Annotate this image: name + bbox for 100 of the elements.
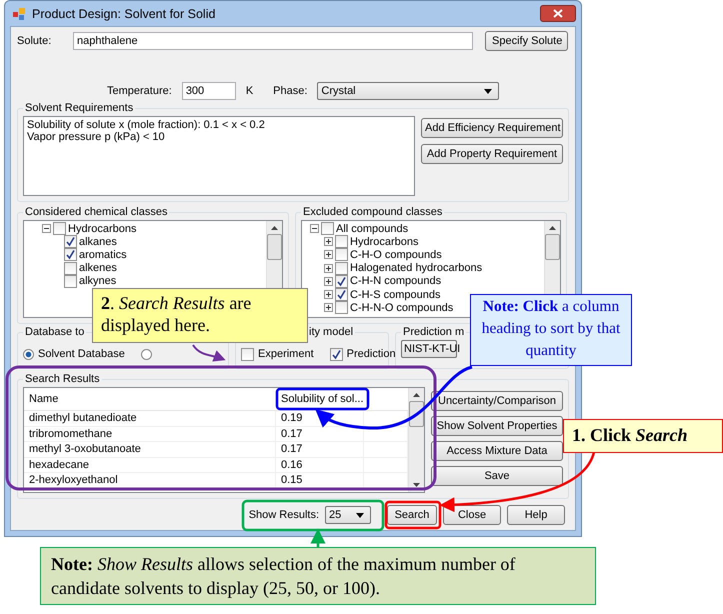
group-title: ity model [308, 326, 354, 338]
checkbox[interactable] [53, 222, 66, 236]
checkbox[interactable] [330, 348, 343, 360]
prediction-method-dropdown[interactable]: NIST-KT-UI [401, 340, 457, 358]
expand-icon[interactable] [324, 303, 333, 312]
group-title: Prediction m [402, 326, 466, 338]
checkbox[interactable] [335, 248, 348, 262]
scroll-thumb[interactable] [545, 234, 560, 260]
group-title: Search Results [24, 373, 101, 385]
annotation-tooltip: Note: Show Results allows selection of the maximum number of candidate solvents to display (25, 50, or 100). [40, 547, 596, 605]
action-button[interactable]: Access Mixture Data [431, 441, 563, 461]
tree-item[interactable]: C-H-S compounds [350, 288, 440, 301]
close-button[interactable] [540, 5, 576, 22]
collapse-icon[interactable] [310, 224, 319, 234]
expand-icon[interactable] [324, 276, 333, 286]
table-cell: 2-hexyloxyethanol [24, 473, 276, 488]
column-header[interactable]: Solubility of sol... [276, 393, 364, 405]
add-requirement-button[interactable]: Add Efficiency Requirement [421, 118, 563, 138]
requirements-list[interactable]: Solubility of solute x (mole fraction): 0.1 < x < 0.2 Vapor pressure p (kPa) < 10 [23, 116, 415, 196]
checkbox[interactable] [335, 262, 348, 275]
expand-icon[interactable] [324, 264, 333, 273]
field-label: Temperature: [107, 85, 172, 97]
tree-item[interactable]: Hydrocarbons [350, 236, 418, 248]
requirement-text: Solubility of solute x (mole fraction): 0.1 < x < 0.2 [27, 119, 266, 131]
caret-down-icon [484, 88, 492, 94]
tree-item[interactable]: C-H-N compounds [350, 275, 442, 288]
table-cell: dimethyl butanedioate [24, 411, 276, 426]
group-title: Excluded compound classes [302, 206, 444, 218]
field-label: Show Results: [248, 509, 319, 521]
caret-down-icon [356, 512, 364, 518]
checkbox[interactable] [335, 274, 348, 288]
checkbox[interactable] [64, 235, 77, 248]
dialog-button[interactable]: Help [507, 505, 565, 525]
action-button[interactable]: Show Solvent Properties [431, 416, 563, 436]
table-cell: 0.17 [276, 442, 364, 456]
checkbox[interactable] [64, 248, 77, 262]
expand-icon[interactable] [324, 250, 333, 260]
expand-icon[interactable] [324, 290, 333, 300]
checkbox[interactable] [64, 262, 77, 275]
checkbox-label: Prediction [346, 348, 396, 360]
column-header[interactable]: Name [24, 393, 276, 405]
table-cell: 0.17 [276, 426, 364, 441]
specify-solute-button[interactable]: Specify Solute [485, 31, 568, 51]
tree-item[interactable]: Halogenated hydrocarbons [350, 262, 482, 274]
tree-item[interactable]: alkenes [79, 262, 117, 274]
field-label: Solute: [17, 35, 52, 47]
close-icon [553, 9, 563, 18]
checkbox[interactable] [321, 222, 334, 236]
collapse-icon[interactable] [42, 224, 51, 234]
app-icon [12, 6, 26, 20]
pointer-arrow [192, 344, 226, 362]
scroll-thumb[interactable] [267, 234, 282, 260]
caret-up-icon[interactable] [271, 226, 278, 230]
group-title: Solvent Requirements [24, 102, 134, 114]
group-title: Considered chemical classes [24, 206, 168, 218]
window-title: Product Design: Solvent for Solid [32, 6, 216, 20]
table-cell: 0.19 [276, 411, 364, 426]
table-cell: methyl 3-oxobutanoate [24, 442, 276, 456]
scrollbar[interactable] [408, 388, 424, 492]
action-button[interactable]: Uncertainty/Comparison [431, 391, 563, 411]
annotation-tooltip: Note: Click a column heading to sort by that quantity [470, 294, 632, 366]
checkbox[interactable] [241, 348, 254, 360]
tree-item[interactable]: alkanes [79, 236, 117, 248]
tree-item[interactable]: C-H-O compounds [350, 248, 442, 261]
table-cell: tribromomethane [24, 426, 276, 441]
checkbox[interactable] [335, 235, 348, 248]
dialog-button[interactable]: Close [443, 505, 501, 525]
caret-up-icon[interactable] [413, 393, 420, 397]
table-cell: hexadecane [24, 458, 276, 472]
checkbox[interactable] [335, 288, 348, 302]
tree-item[interactable]: All compounds [336, 222, 408, 235]
requirement-text: Vapor pressure p (kPa) < 10 [27, 131, 166, 143]
expand-icon[interactable] [324, 237, 333, 246]
phase-dropdown[interactable]: Crystal [317, 82, 500, 100]
tree-item[interactable]: aromatics [79, 248, 127, 261]
caret-down-icon[interactable] [413, 483, 420, 487]
caret-up-icon[interactable] [549, 226, 556, 230]
add-requirement-button[interactable]: Add Property Requirement [421, 144, 563, 164]
tree-item[interactable]: alkynes [79, 275, 116, 288]
field-label: Phase: [273, 85, 308, 97]
checkbox[interactable] [64, 274, 77, 288]
annotation-tooltip: 1. Click Search [563, 419, 723, 453]
solute-field[interactable]: naphthalene [73, 32, 473, 50]
radio-button[interactable] [140, 348, 152, 360]
annotation-tooltip: 2. Search Results are displayed here. [92, 288, 308, 343]
dialog-button[interactable]: Search [387, 505, 437, 525]
tree-item[interactable]: Hydrocarbons [68, 222, 136, 235]
checkbox[interactable] [335, 301, 348, 314]
unit-label: K [246, 85, 254, 97]
checkbox-label: Experiment [258, 348, 314, 360]
action-button[interactable]: Save [431, 466, 563, 486]
radio-button[interactable] [23, 348, 34, 360]
radio-label: Solvent Database [38, 348, 125, 360]
group-title: Database to [24, 326, 86, 338]
pointer-arrow [310, 528, 326, 547]
temperature-field[interactable]: 300 [182, 82, 236, 100]
table-cell: 0.15 [276, 473, 364, 488]
tree-item[interactable]: C-H-N-O compounds [350, 302, 454, 314]
table-cell: 0.16 [276, 458, 364, 472]
show-results-dropdown[interactable]: 25 [325, 506, 371, 524]
